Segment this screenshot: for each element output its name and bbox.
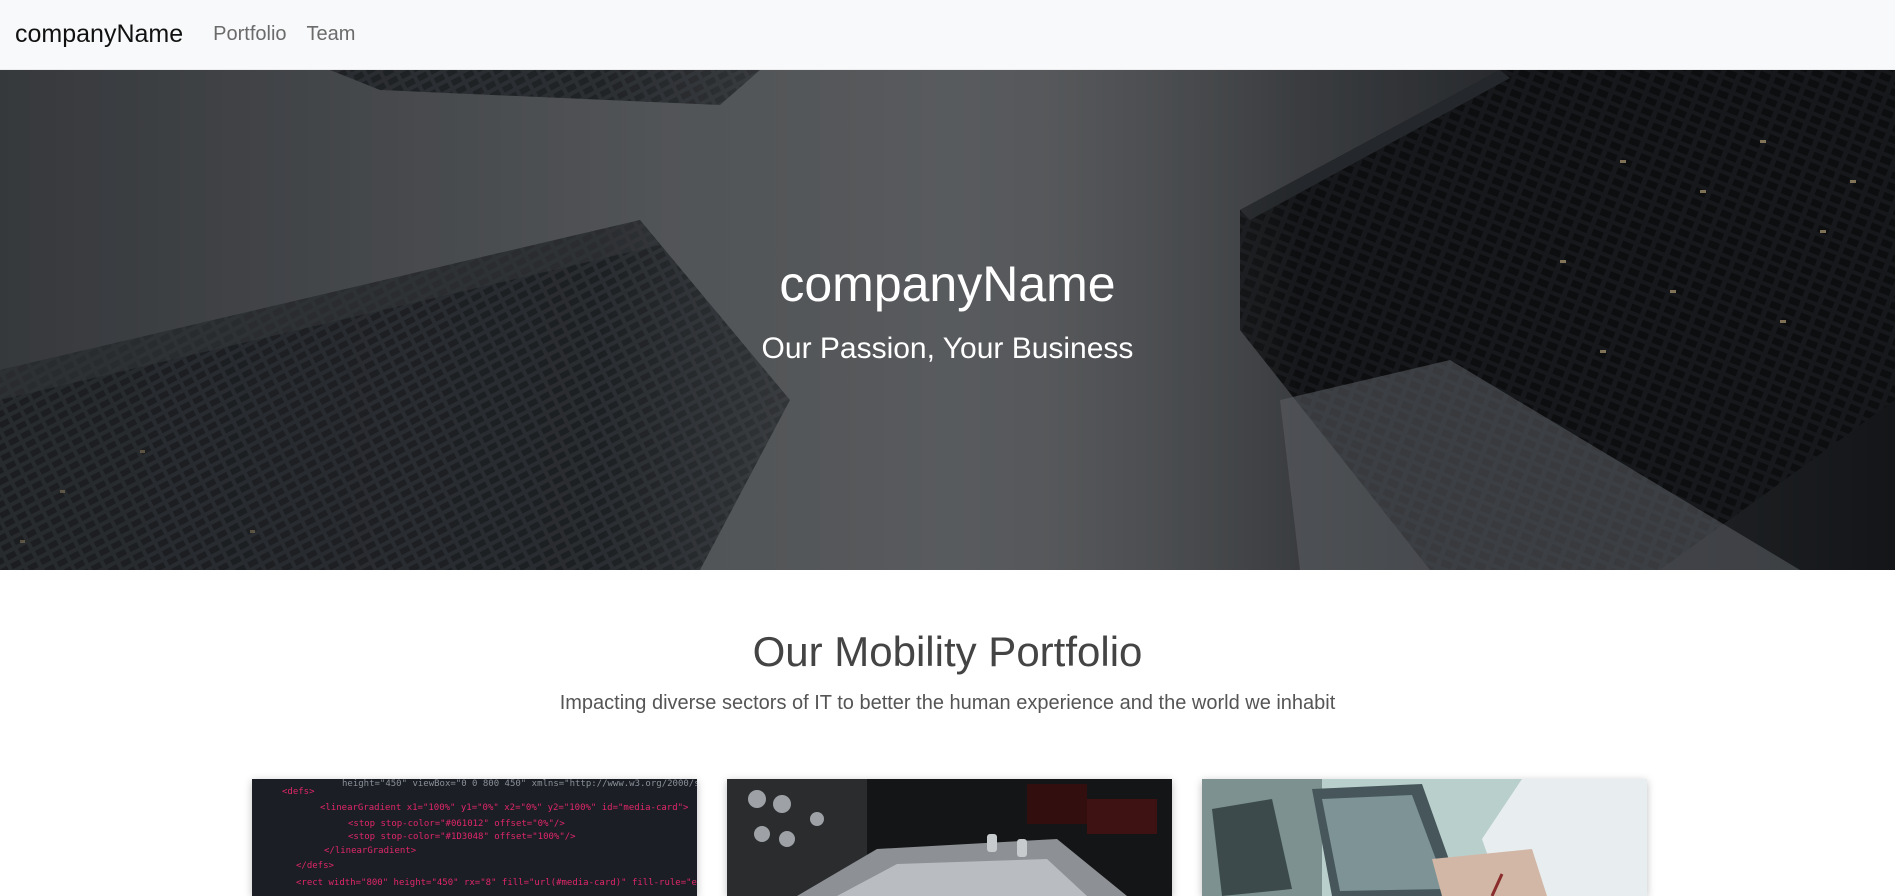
code-editor-image: height="450" viewBox="0 0 800 450" xmlns… bbox=[252, 779, 697, 896]
portfolio-title: Our Mobility Portfolio bbox=[752, 628, 1143, 675]
code-line: <defs> bbox=[282, 787, 315, 797]
navbar: companyName Portfolio Team bbox=[0, 0, 1895, 70]
portfolio-card-hardware[interactable] bbox=[727, 779, 1172, 896]
cpu-motherboard-image bbox=[727, 779, 1172, 896]
portfolio-subtitle: Impacting diverse sectors of IT to bette… bbox=[559, 692, 1336, 714]
laptop-user-image bbox=[1202, 779, 1647, 896]
code-line: </defs> bbox=[296, 861, 335, 871]
hero-title: companyName bbox=[779, 256, 1116, 312]
code-line: <stop stop-color="#1D3048" offset="100%"… bbox=[348, 832, 576, 842]
nav-link-team[interactable]: Team bbox=[307, 23, 356, 46]
hero-section: companyName Our Passion, Your Business bbox=[0, 70, 1895, 570]
code-line: </linearGradient> bbox=[324, 846, 417, 856]
navbar-brand[interactable]: companyName bbox=[15, 20, 183, 49]
code-line: <stop stop-color="#061012" offset="0%"/> bbox=[348, 819, 565, 829]
code-line: <rect width="800" height="450" rx="8" fi… bbox=[296, 878, 697, 888]
code-line: <linearGradient x1="100%" y1="0%" x2="0%… bbox=[320, 803, 689, 813]
nav-link-portfolio[interactable]: Portfolio bbox=[213, 23, 286, 46]
hero-overlay bbox=[0, 70, 1895, 570]
portfolio-card-code[interactable]: height="450" viewBox="0 0 800 450" xmlns… bbox=[252, 779, 697, 896]
code-line: height="450" viewBox="0 0 800 450" xmlns… bbox=[342, 779, 697, 789]
hero-subtitle: Our Passion, Your Business bbox=[761, 332, 1134, 365]
portfolio-card-laptop[interactable] bbox=[1202, 779, 1647, 896]
